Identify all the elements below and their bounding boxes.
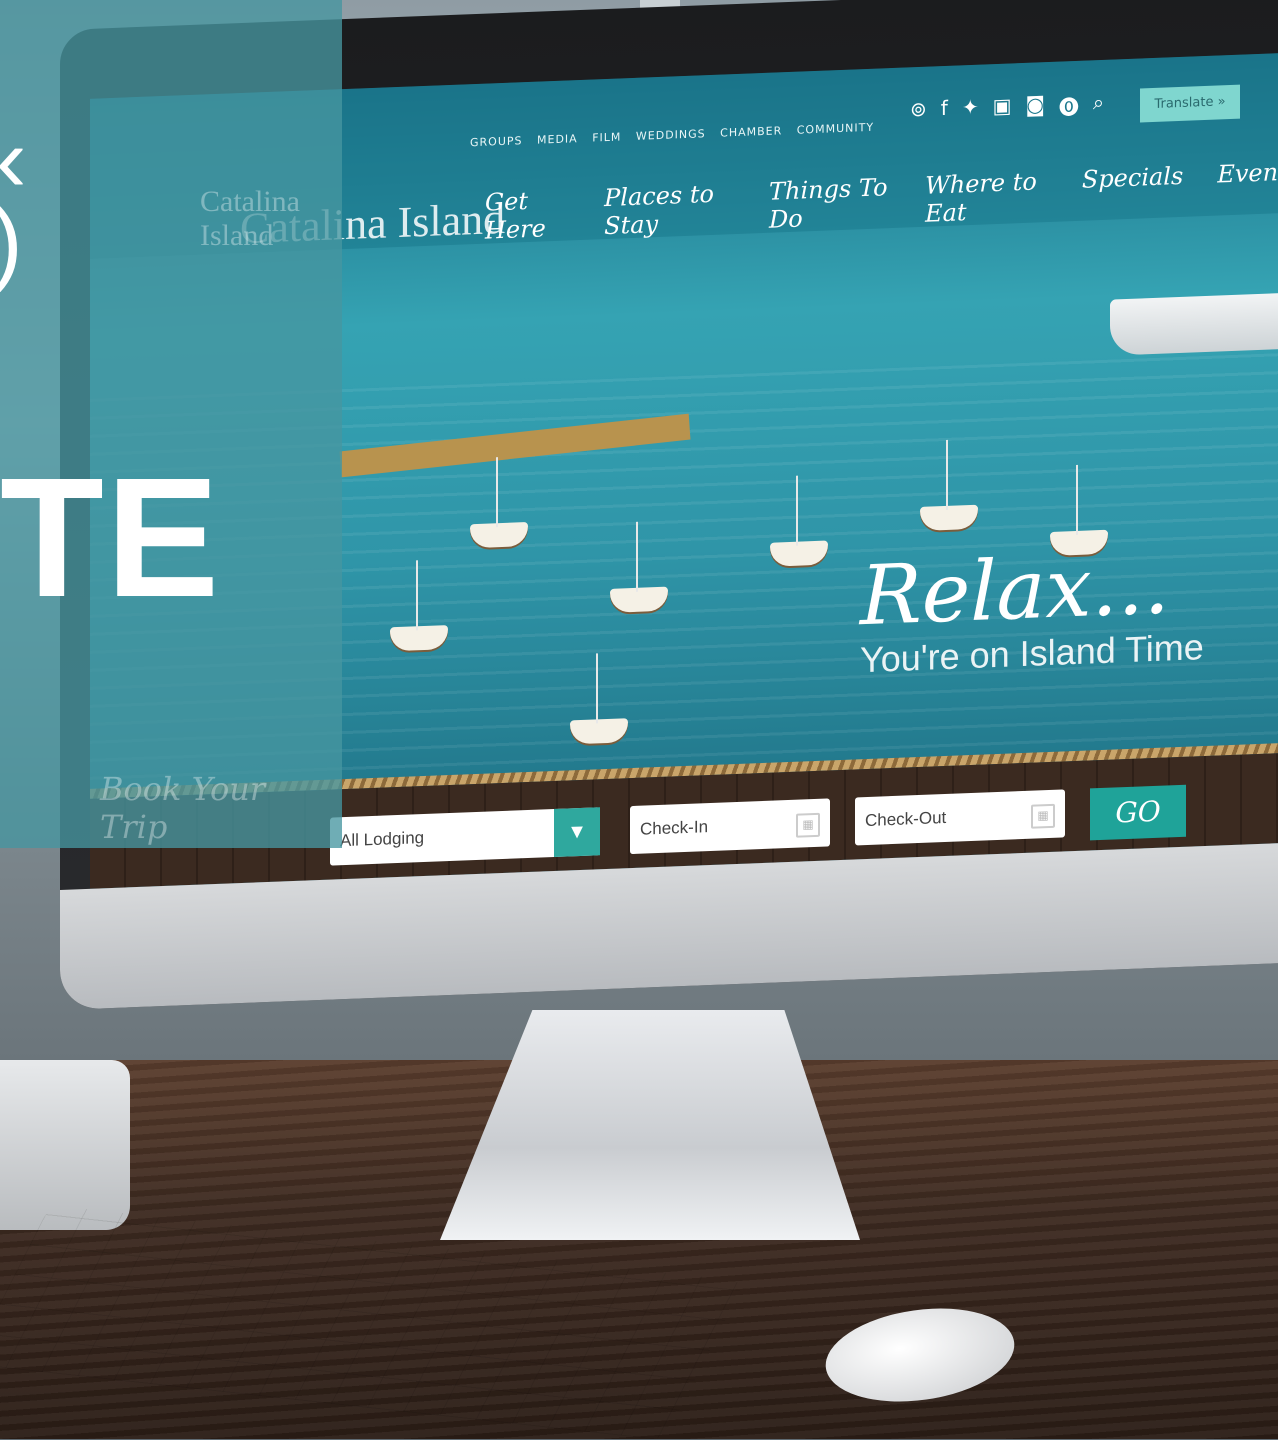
utility-link-film[interactable]: FILM <box>592 130 621 144</box>
instagram-icon[interactable]: ◙ <box>1025 92 1044 122</box>
overlay-headline: TE <box>0 443 222 633</box>
checkout-placeholder: Check-Out <box>865 807 947 831</box>
cruise-ship <box>1110 291 1278 356</box>
nav-where-to-eat[interactable]: Where to Eat <box>925 167 1048 227</box>
checkout-field[interactable]: Check-Out ▦ <box>855 789 1065 846</box>
youtube-icon[interactable]: ▣ <box>993 93 1012 123</box>
pinterest-icon[interactable]: ⓿ <box>1059 91 1079 121</box>
calendar-icon[interactable]: ▦ <box>1031 803 1055 829</box>
text-overlay-panel: Catalina Island Book Your Trip ‹ ) TE <box>0 0 342 848</box>
twitter-icon[interactable]: ✦ <box>962 95 979 125</box>
chevron-down-icon[interactable]: ▼ <box>554 807 600 858</box>
nav-specials[interactable]: Specials <box>1082 162 1183 222</box>
search-icon[interactable]: ⌕ <box>1093 90 1104 119</box>
utility-link-groups[interactable]: GROUPS <box>470 134 523 149</box>
utility-link-weddings[interactable]: WEDDINGS <box>636 127 706 143</box>
nav-get-here[interactable]: Get Here <box>485 185 570 245</box>
book-your-trip-label: Book Your Trip <box>100 770 266 846</box>
nav-things-to-do[interactable]: Things To Do <box>769 173 891 234</box>
facebook-icon[interactable]: f <box>941 96 948 125</box>
left-device <box>0 1060 130 1230</box>
lodging-select-value: All Lodging <box>340 828 425 851</box>
nav-events[interactable]: Events <box>1217 157 1278 216</box>
utility-link-chamber[interactable]: CHAMBER <box>720 124 782 139</box>
utility-link-media[interactable]: MEDIA <box>537 132 578 147</box>
checkin-field[interactable]: Check-In ▦ <box>630 798 830 855</box>
overlay-fragment-mid: ) <box>0 190 23 295</box>
translate-button[interactable]: Translate » <box>1140 84 1240 123</box>
tripadvisor-icon[interactable]: ⊚ <box>910 97 927 127</box>
nav-places-to-stay[interactable]: Places to Stay <box>604 179 735 240</box>
overlay-ghost-logo: Catalina Island <box>200 185 300 252</box>
go-button[interactable]: GO <box>1090 784 1186 841</box>
calendar-icon[interactable]: ▦ <box>796 812 820 838</box>
checkin-placeholder: Check-In <box>640 817 709 839</box>
